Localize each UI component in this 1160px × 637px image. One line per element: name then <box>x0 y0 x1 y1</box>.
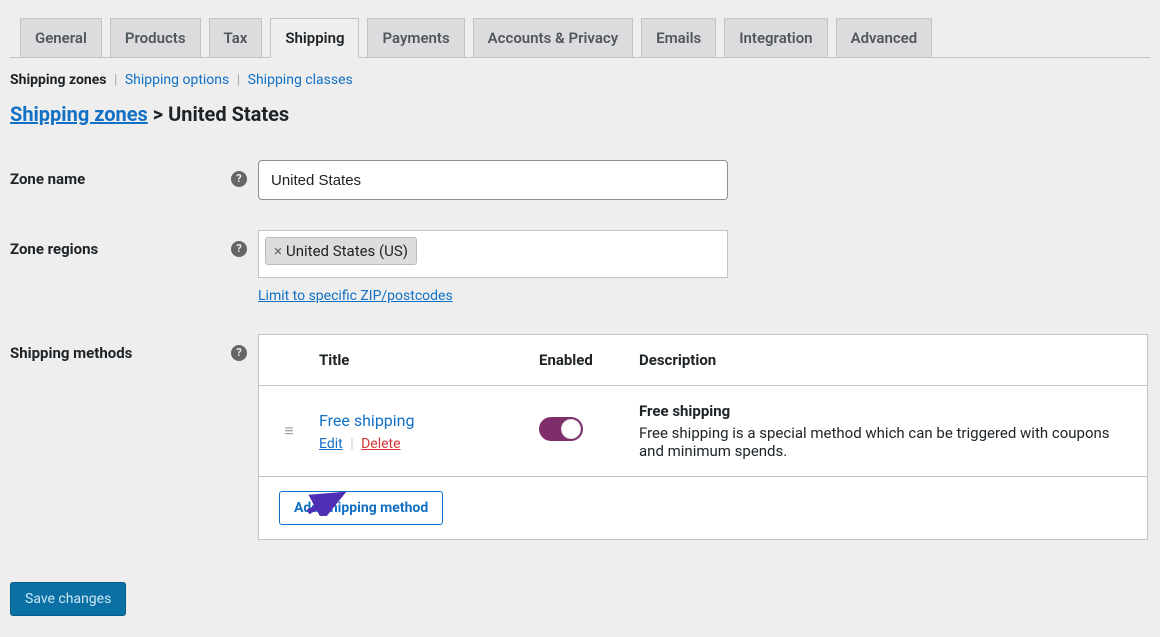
shipping-subnav: Shipping zones | Shipping options | Ship… <box>10 72 1150 88</box>
tab-accounts-privacy[interactable]: Accounts & Privacy <box>473 18 634 58</box>
delete-method-link[interactable]: Delete <box>361 436 400 452</box>
zone-name-input[interactable] <box>258 160 728 200</box>
help-icon[interactable]: ? <box>231 241 247 257</box>
shipping-method-row: ≡ Free shipping Edit | Delete <box>259 386 1148 477</box>
tab-integration[interactable]: Integration <box>724 18 827 58</box>
zone-regions-label: Zone regions <box>10 222 230 326</box>
breadcrumb-current: United States <box>168 102 289 126</box>
shipping-methods-label: Shipping methods <box>10 326 230 562</box>
method-title-link[interactable]: Free shipping <box>319 411 499 430</box>
subnav-classes[interactable]: Shipping classes <box>248 72 353 88</box>
settings-tabs: General Products Tax Shipping Payments A… <box>10 18 1150 58</box>
breadcrumb-separator: > <box>148 102 168 126</box>
tab-shipping[interactable]: Shipping <box>270 18 359 58</box>
enabled-toggle[interactable] <box>539 417 583 441</box>
method-desc-body: Free shipping is a special method which … <box>639 424 1110 460</box>
col-title: Title <box>299 335 519 386</box>
subnav-options[interactable]: Shipping options <box>125 72 229 88</box>
help-icon[interactable]: ? <box>231 345 247 361</box>
region-tag: ×United States (US) <box>265 237 417 265</box>
edit-method-link[interactable]: Edit <box>319 436 343 452</box>
save-changes-button[interactable]: Save changes <box>10 582 126 616</box>
help-icon[interactable]: ? <box>231 171 247 187</box>
tab-general[interactable]: General <box>20 18 102 58</box>
row-actions: Edit | Delete <box>319 436 499 452</box>
method-desc-title: Free shipping <box>639 402 1127 420</box>
tab-advanced[interactable]: Advanced <box>836 18 933 58</box>
zone-regions-select[interactable]: ×United States (US) <box>258 230 728 278</box>
tab-emails[interactable]: Emails <box>641 18 716 58</box>
col-description: Description <box>619 335 1148 386</box>
subnav-zones[interactable]: Shipping zones <box>10 72 106 88</box>
tab-tax[interactable]: Tax <box>209 18 263 58</box>
zone-name-label: Zone name <box>10 152 230 222</box>
shipping-methods-table: Title Enabled Description ≡ Free shippin… <box>258 334 1148 540</box>
tab-payments[interactable]: Payments <box>367 18 464 58</box>
add-shipping-method-button[interactable]: Add shipping method <box>279 491 443 525</box>
col-enabled: Enabled <box>519 335 619 386</box>
tab-products[interactable]: Products <box>110 18 201 58</box>
remove-region-icon[interactable]: × <box>274 242 282 260</box>
breadcrumb: Shipping zones > United States <box>10 102 1150 126</box>
limit-postcodes-link[interactable]: Limit to specific ZIP/postcodes <box>258 288 453 304</box>
region-tag-label: United States (US) <box>286 242 408 260</box>
drag-handle-icon[interactable]: ≡ <box>259 386 300 477</box>
breadcrumb-parent-link[interactable]: Shipping zones <box>10 102 148 126</box>
